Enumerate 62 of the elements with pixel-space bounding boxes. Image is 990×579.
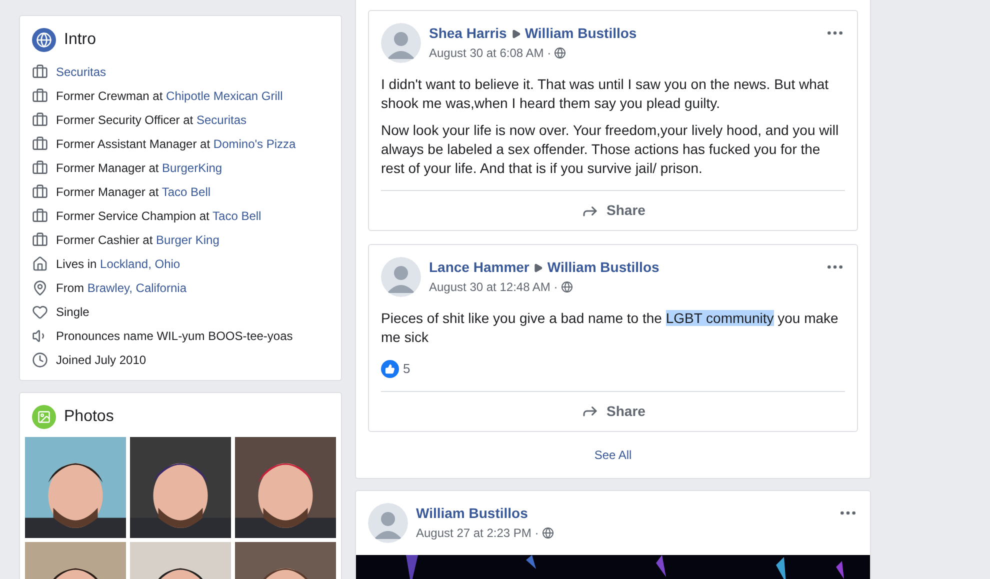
like-icon [381, 360, 399, 378]
clock-icon [32, 352, 48, 368]
avatar[interactable] [368, 502, 408, 542]
intro-link[interactable]: Burger King [156, 233, 220, 247]
intro-text: Joined July 2010 [56, 352, 146, 369]
intro-link[interactable]: Domino's Pizza [213, 137, 296, 151]
intro-text: Former Security Officer at Securitas [56, 112, 247, 129]
author-link[interactable]: Shea Harris [429, 23, 507, 44]
timestamp[interactable]: August 27 at 2:23 PM · [416, 524, 542, 542]
briefcase-icon [32, 136, 48, 152]
intro-link[interactable]: Securitas [56, 65, 106, 79]
intro-link[interactable]: Lockland, Ohio [100, 257, 180, 271]
share-button[interactable]: Share [580, 400, 646, 422]
post-text: Pieces of shit like you give a bad name to the LGBT community you make me sick [381, 309, 840, 347]
intro-text: Former Service Champion at Taco Bell [56, 208, 262, 225]
card-title: Photos [64, 407, 114, 427]
avatar[interactable] [381, 23, 421, 63]
intro-link[interactable]: Taco Bell [162, 185, 211, 199]
briefcase-icon [32, 112, 48, 128]
intro-link[interactable]: BurgerKing [162, 161, 222, 175]
globe-icon [554, 47, 566, 59]
intro-text: Former Manager at BurgerKing [56, 160, 222, 177]
intro-link[interactable]: Securitas [196, 113, 247, 127]
briefcase-icon [32, 160, 48, 176]
intro-text: Former Crewman at Chipotle Mexican Grill [56, 88, 283, 105]
timestamp[interactable]: August 30 at 12:48 AM · [429, 278, 562, 296]
heart-icon [32, 304, 48, 320]
avatar[interactable] [381, 257, 421, 297]
pin-icon [32, 280, 48, 296]
photo-icon [32, 405, 56, 429]
briefcase-icon [32, 64, 48, 80]
timestamp[interactable]: August 30 at 6:08 AM · [429, 44, 554, 62]
intro-text: Pronounces name WIL-yum BOOS-tee-yoas [56, 328, 293, 345]
arrow-icon [510, 28, 521, 38]
post-text: I didn't want to believe it. That was until I saw you on the news. But what shook me was,when I heard them say you plead guilty. [381, 75, 830, 113]
arrow-icon [533, 262, 544, 272]
card-title: Intro [64, 30, 96, 50]
intro-text: Lives in Lockland, Ohio [56, 256, 180, 273]
intro-link[interactable]: Chipotle Mexican Grill [166, 89, 283, 103]
globe-icon [561, 281, 574, 293]
intro-link[interactable]: Taco Bell [212, 209, 262, 223]
intro-text: Single [56, 304, 90, 321]
intro-text: Former Manager at Taco Bell [56, 184, 211, 201]
briefcase-icon [32, 232, 48, 248]
home-icon [32, 256, 48, 272]
globe-icon [32, 28, 56, 52]
intro-text: Former Assistant Manager at Domino's Pizza [56, 136, 296, 153]
intro-text: Former Cashier at Burger King [56, 232, 220, 249]
like-count[interactable]: 5 [403, 359, 410, 378]
author-link[interactable]: William Bustillos [416, 502, 830, 524]
share-button[interactable]: Share [580, 200, 646, 221]
intro-link[interactable]: Brawley, California [87, 281, 186, 295]
post-text: Now look your life is now over. Your freedom,your lively hood, and you will always be labeled a sex offender. Those actions has fucked you for the rest of your life. And that is if you survive jail/ prison. [381, 121, 840, 178]
briefcase-icon [32, 184, 48, 200]
globe-icon [542, 526, 554, 538]
intro-text: From Brawley, California [56, 280, 186, 297]
recipient-link[interactable]: William Bustillos [547, 257, 660, 278]
author-link[interactable]: Lance Hammer [429, 257, 530, 278]
briefcase-icon [32, 88, 48, 104]
see-all-link[interactable]: See All [594, 446, 632, 464]
briefcase-icon [32, 208, 48, 224]
recipient-link[interactable]: William Bustillos [524, 23, 637, 44]
